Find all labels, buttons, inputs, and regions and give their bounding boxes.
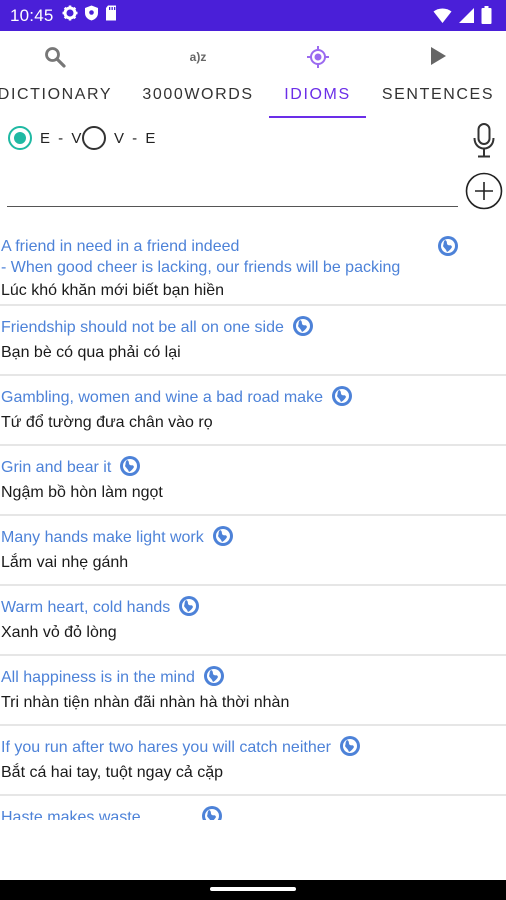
globe-icon[interactable] xyxy=(201,805,223,820)
tab-bar: DICTIONARY a)z 3000WORDS IDIOMS SENTENCE… xyxy=(0,31,506,121)
idiom-vietnamese: Ngậm bồ hòn làm ngọt xyxy=(1,484,163,501)
idiom-vietnamese: Tứ đổ tường đưa chân vào rọ xyxy=(1,414,213,431)
list-item[interactable]: Warm heart, cold hands Xanh vỏ đỏ lòng xyxy=(0,586,506,656)
shield-icon xyxy=(84,5,99,26)
idiom-vietnamese: Xanh vỏ đỏ lòng xyxy=(1,624,117,641)
radio-e-v-label[interactable]: E - V xyxy=(40,130,83,147)
battery-icon xyxy=(481,6,492,29)
idiom-vietnamese: Lắm vai nhẹ gánh xyxy=(1,554,129,571)
list-item[interactable]: If you run after two hares you will catc… xyxy=(0,726,506,796)
tab-label: SENTENCES xyxy=(381,86,495,103)
idiom-english: Grin and bear it xyxy=(1,459,112,477)
idiom-english: Haste makes waste xyxy=(1,809,141,820)
globe-icon[interactable] xyxy=(203,665,225,687)
globe-icon[interactable] xyxy=(212,525,234,547)
globe-icon[interactable] xyxy=(119,455,141,477)
play-icon xyxy=(427,45,449,71)
bottom-spacer xyxy=(0,820,506,880)
globe-icon[interactable] xyxy=(292,315,314,337)
system-nav-bar xyxy=(0,880,506,900)
list-item[interactable]: Haste makes waste xyxy=(0,796,506,820)
idiom-english: Many hands make light work xyxy=(1,529,204,547)
tab-label: 3000WORDS xyxy=(142,86,254,103)
idiom-vietnamese: Bạn bè có qua phải có lại xyxy=(1,344,181,361)
tab-3000words[interactable]: a)z 3000WORDS xyxy=(135,31,261,119)
list-item[interactable]: Friendship should not be all on one side… xyxy=(0,306,506,376)
idiom-vietnamese: Bắt cá hai tay, tuột ngay cả cặp xyxy=(1,764,224,781)
gear-icon xyxy=(62,5,78,26)
wifi-icon xyxy=(433,7,452,29)
tab-label: IDIOMS xyxy=(284,86,351,103)
idiom-vietnamese: Lúc khó khăn mới biết bạn hiền xyxy=(1,282,225,299)
globe-icon[interactable] xyxy=(339,735,361,757)
status-bar: 10:45 xyxy=(0,0,506,31)
list-item[interactable]: A friend in need in a friend indeed - Wh… xyxy=(0,224,506,306)
idiom-list: A friend in need in a friend indeed - Wh… xyxy=(0,224,506,820)
list-item[interactable]: All happiness is in the mind Tri nhàn ti… xyxy=(0,656,506,726)
target-icon xyxy=(306,45,330,71)
status-time: 10:45 xyxy=(10,5,54,25)
signal-icon xyxy=(458,7,475,29)
add-button[interactable] xyxy=(465,172,503,210)
globe-icon[interactable] xyxy=(178,595,200,617)
radio-e-v[interactable] xyxy=(8,126,32,150)
search-icon xyxy=(43,45,67,71)
idiom-english: If you run after two hares you will catc… xyxy=(1,739,331,757)
idiom-vietnamese: Tri nhàn tiện nhàn đãi nhàn hà thời nhàn xyxy=(1,694,290,711)
a-z-icon: a)z xyxy=(189,50,207,64)
list-item[interactable]: Many hands make light work Lắm vai nhẹ g… xyxy=(0,516,506,586)
tab-sentences[interactable]: SENTENCES xyxy=(374,31,502,119)
direction-selector: E - V V - E xyxy=(0,123,506,158)
idiom-english: Gambling, women and wine a bad road make xyxy=(1,389,323,407)
microphone-icon[interactable] xyxy=(472,123,496,164)
list-item[interactable]: Gambling, women and wine a bad road make… xyxy=(0,376,506,446)
idiom-english: All happiness is in the mind xyxy=(1,669,195,687)
active-tab-indicator xyxy=(269,116,366,118)
idiom-english: Warm heart, cold hands xyxy=(1,599,171,617)
idiom-english-alt: - When good cheer is lacking, our friend… xyxy=(1,259,401,276)
search-input[interactable] xyxy=(7,206,458,207)
sd-card-icon xyxy=(105,5,117,26)
list-item[interactable]: Grin and bear it Ngậm bồ hòn làm ngọt xyxy=(0,446,506,516)
idiom-english: Friendship should not be all on one side xyxy=(1,319,284,337)
globe-icon[interactable] xyxy=(437,235,459,257)
home-gesture-handle[interactable] xyxy=(210,887,296,891)
globe-icon[interactable] xyxy=(331,385,353,407)
tab-dictionary[interactable]: DICTIONARY xyxy=(0,31,118,119)
idiom-english: A friend in need in a friend indeed xyxy=(1,238,240,255)
tab-label: DICTIONARY xyxy=(0,86,113,103)
radio-v-e-label[interactable]: V - E xyxy=(114,130,157,147)
radio-v-e[interactable] xyxy=(82,126,106,150)
tab-idioms[interactable]: IDIOMS xyxy=(269,31,366,119)
